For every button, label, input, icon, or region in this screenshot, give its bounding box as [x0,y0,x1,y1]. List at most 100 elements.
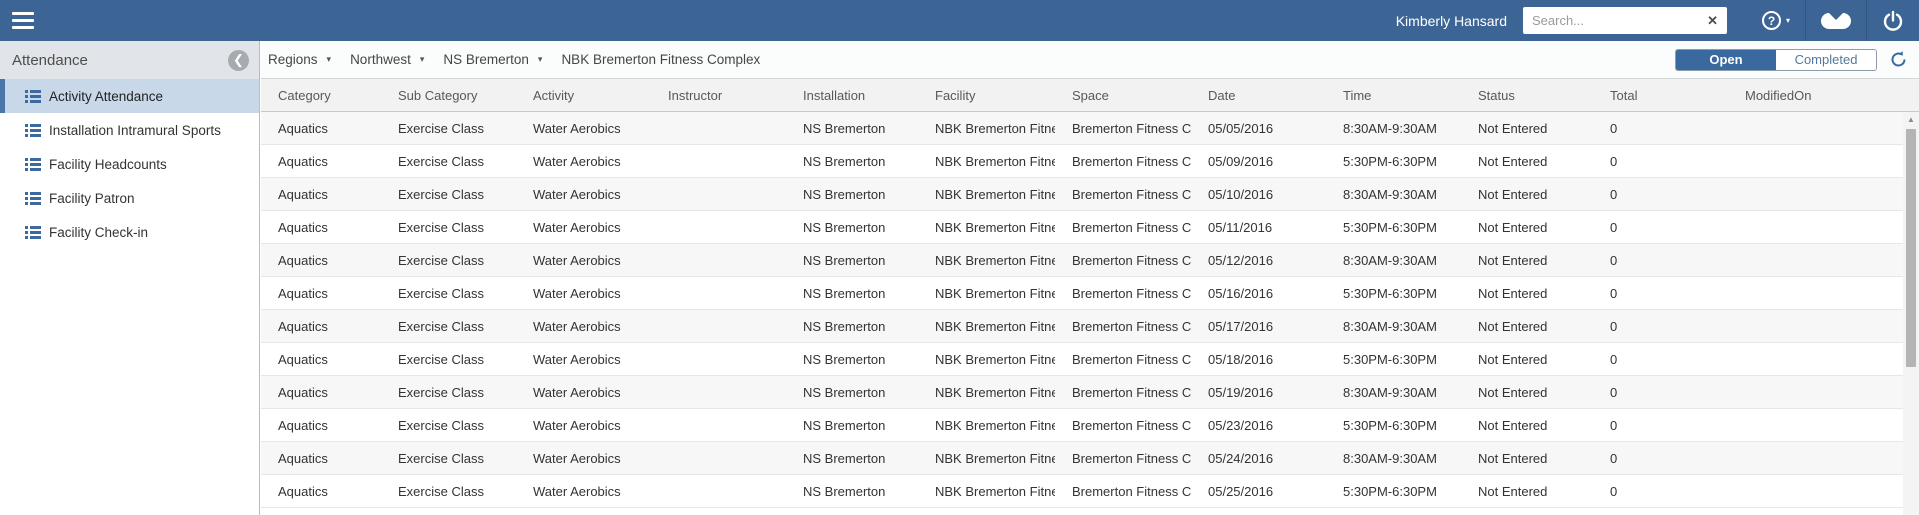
help-icon: ? [1761,11,1781,30]
list-icon [25,157,41,171]
filter-regions[interactable]: Regions ▾ [268,52,331,67]
sidebar-header: Attendance ❮ [0,41,259,79]
cell-date: 05/12/2016 [1208,252,1274,268]
table-row[interactable]: Aquatics Exercise Class Water Aerobics N… [261,475,1903,508]
column-header-facility[interactable]: Facility [918,79,1055,111]
column-header-category[interactable]: Category [261,79,381,111]
cell-date: 05/11/2016 [1208,219,1273,235]
search-input[interactable] [1522,7,1699,34]
open-toggle-button[interactable]: Open [1676,49,1776,70]
table-row[interactable]: Aquatics Exercise Class Water Aerobics N… [261,277,1903,310]
cell-sub-category: Exercise Class [398,153,484,169]
cell-activity: Water Aerobics [533,219,621,235]
cell-space: Bremerton Fitness Co... [1072,351,1191,367]
table-row[interactable]: Aquatics Exercise Class Water Aerobics N… [261,310,1903,343]
logout-button[interactable] [1867,0,1919,41]
filter-installation-ns-bremerton[interactable]: NS Bremerton ▾ [443,52,542,67]
cell-total: 0 [1610,450,1618,466]
cell-space: Bremerton Fitness Co... [1072,384,1191,400]
column-header-time[interactable]: Time [1326,79,1461,111]
cell-activity: Water Aerobics [533,417,621,433]
cell-status: Not Entered [1478,417,1548,433]
cell-category: Aquatics [278,483,328,499]
cell-status: Not Entered [1478,450,1548,466]
cell-sub-category: Exercise Class [398,120,484,136]
sidebar-collapse-icon[interactable]: ❮ [228,49,249,71]
cell-facility: NBK Bremerton Fitne... [935,384,1055,400]
table-row[interactable]: Aquatics Exercise Class Water Aerobics N… [261,442,1903,475]
cell-installation: NS Bremerton [803,318,886,334]
filter-bar: Regions ▾ Northwest ▾ NS Bremerton ▾ NBK… [261,41,1919,79]
cell-date: 05/10/2016 [1208,186,1274,202]
help-button[interactable]: ? ▾ [1747,0,1805,41]
cell-total: 0 [1610,483,1618,499]
cell-installation: NS Bremerton [803,351,886,367]
cell-date: 05/23/2016 [1208,417,1274,433]
cell-space: Bremerton Fitness Co... [1072,285,1191,301]
cell-facility: NBK Bremerton Fitne... [935,483,1055,499]
cell-activity: Water Aerobics [533,120,621,136]
cell-total: 0 [1610,351,1618,367]
cell-date: 05/16/2016 [1208,285,1274,301]
cell-sub-category: Exercise Class [398,219,484,235]
list-icon [25,191,41,205]
completed-toggle-button[interactable]: Completed [1776,49,1876,70]
cell-time: 8:30AM-9:30AM [1343,120,1437,136]
cell-date: 05/25/2016 [1208,483,1274,499]
cell-status: Not Entered [1478,351,1548,367]
vertical-scrollbar[interactable]: ▲ [1903,112,1919,515]
cell-category: Aquatics [278,351,328,367]
sidebar-item-activity-attendance[interactable]: Activity Attendance [0,79,259,113]
table-rows: Aquatics Exercise Class Water Aerobics N… [261,112,1903,508]
column-header-instructor[interactable]: Instructor [651,79,786,111]
cell-sub-category: Exercise Class [398,285,484,301]
column-header-date[interactable]: Date [1191,79,1326,111]
cell-installation: NS Bremerton [803,186,886,202]
column-header-installation[interactable]: Installation [786,79,918,111]
column-header-space[interactable]: Space [1055,79,1191,111]
cell-space: Bremerton Fitness Co... [1072,318,1191,334]
cell-date: 05/24/2016 [1208,450,1274,466]
table-row[interactable]: Aquatics Exercise Class Water Aerobics N… [261,376,1903,409]
cell-status: Not Entered [1478,318,1548,334]
column-header-modifiedon[interactable]: ModifiedOn [1728,79,1919,111]
refresh-button[interactable] [1889,50,1908,69]
column-header-total[interactable]: Total [1593,79,1728,111]
column-header-sub-category[interactable]: Sub Category [381,79,516,111]
cell-facility: NBK Bremerton Fitne... [935,252,1055,268]
cell-total: 0 [1610,219,1618,235]
inbox-button[interactable] [1806,0,1866,41]
search-clear-icon[interactable]: ✕ [1698,7,1727,34]
cell-facility: NBK Bremerton Fitne... [935,450,1055,466]
filter-region-northwest[interactable]: Northwest ▾ [350,52,424,67]
cell-instructor [651,442,786,474]
cell-installation: NS Bremerton [803,285,886,301]
sidebar-item-facility-patron[interactable]: Facility Patron [0,181,259,215]
column-header-status[interactable]: Status [1461,79,1593,111]
table-row[interactable]: Aquatics Exercise Class Water Aerobics N… [261,343,1903,376]
sidebar: Attendance ❮ Activity Attendance Install… [0,41,260,515]
scrollbar-thumb[interactable] [1906,129,1916,367]
sidebar-item-label: Facility Check-in [49,224,149,240]
cell-installation: NS Bremerton [803,219,886,235]
table-row[interactable]: Aquatics Exercise Class Water Aerobics N… [261,112,1903,145]
cell-modifiedon [1728,310,1903,342]
table-row[interactable]: Aquatics Exercise Class Water Aerobics N… [261,211,1903,244]
table-row[interactable]: Aquatics Exercise Class Water Aerobics N… [261,178,1903,211]
cell-sub-category: Exercise Class [398,252,484,268]
cell-category: Aquatics [278,318,328,334]
menu-icon[interactable] [12,8,38,34]
cell-instructor [651,343,786,375]
cell-date: 05/18/2016 [1208,351,1274,367]
cell-status: Not Entered [1478,186,1548,202]
sidebar-item-installation-intramural-sports[interactable]: Installation Intramural Sports [0,113,259,147]
column-header-activity[interactable]: Activity [516,79,651,111]
table-row[interactable]: Aquatics Exercise Class Water Aerobics N… [261,409,1903,442]
table-row[interactable]: Aquatics Exercise Class Water Aerobics N… [261,145,1903,178]
cell-modifiedon [1728,178,1903,210]
scroll-up-icon[interactable]: ▲ [1903,112,1919,127]
table-row[interactable]: Aquatics Exercise Class Water Aerobics N… [261,244,1903,277]
sidebar-item-facility-headcounts[interactable]: Facility Headcounts [0,147,259,181]
sidebar-item-facility-check-in[interactable]: Facility Check-in [0,215,259,249]
cell-space: Bremerton Fitness Co... [1072,417,1191,433]
